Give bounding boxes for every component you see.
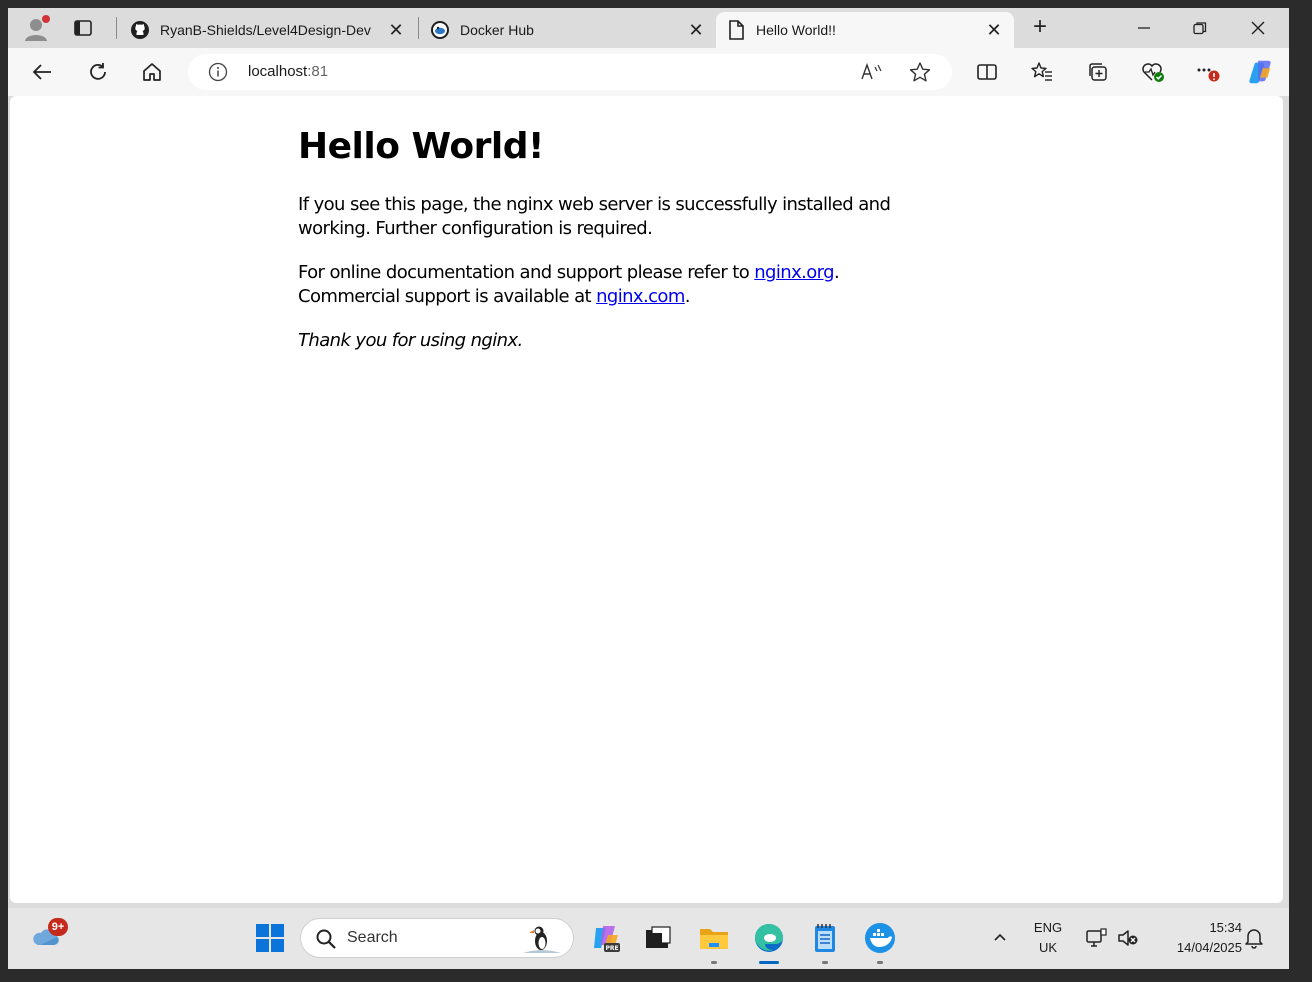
support-text: For online documentation and support ple… <box>298 262 755 283</box>
clock[interactable]: 15:34 14/04/2025 <box>1152 918 1242 958</box>
profile-avatar-icon[interactable] <box>22 14 52 42</box>
terminal-icon[interactable] <box>642 922 674 954</box>
taskbar: 9+ Search PRE ENG UK 15:34 14/04/2025 <box>8 908 1289 969</box>
favorites-icon[interactable] <box>1028 58 1056 86</box>
browser-window: RyanB-Shields/Level4Design-Dev ✕ Docker … <box>8 8 1289 969</box>
nginx-welcome-page: Hello World! If you see this page, the n… <box>298 126 938 373</box>
taskbar-search[interactable]: Search <box>300 918 574 958</box>
browser-essentials-icon[interactable] <box>1139 58 1167 86</box>
tab-separator <box>116 17 117 39</box>
split-screen-icon[interactable] <box>973 58 1001 86</box>
input-language-indicator[interactable]: ENG UK <box>1028 918 1068 958</box>
site-info-icon[interactable] <box>208 62 228 82</box>
tab-separator <box>418 17 419 39</box>
notepad-icon[interactable] <box>809 922 841 964</box>
tab-github[interactable]: RyanB-Shields/Level4Design-Dev ✕ <box>120 12 416 48</box>
thanks-paragraph: Thank you for using nginx. <box>298 329 938 353</box>
tab-title: Hello World!! <box>756 22 836 38</box>
collections-icon[interactable] <box>1084 58 1112 86</box>
tab-actions-icon[interactable] <box>72 18 94 38</box>
tab-hello-world[interactable]: Hello World!! ✕ <box>716 12 1014 48</box>
volume-muted-icon[interactable] <box>1112 922 1144 954</box>
new-tab-button[interactable]: + <box>1028 15 1052 40</box>
running-indicator <box>711 961 717 964</box>
running-indicator <box>822 961 828 964</box>
file-explorer-icon[interactable] <box>698 922 730 964</box>
read-aloud-icon[interactable] <box>860 62 882 82</box>
search-label: Search <box>347 929 398 946</box>
url-host: localhost <box>248 63 308 80</box>
support-text: . <box>684 286 691 307</box>
home-icon[interactable] <box>138 58 166 86</box>
web-content: Hello World! If you see this page, the n… <box>10 96 1283 903</box>
copilot-icon[interactable] <box>1246 58 1274 86</box>
puffin-search-highlight-icon <box>519 921 563 960</box>
url-port: :81 <box>307 63 329 80</box>
page-icon <box>726 20 746 40</box>
search-icon <box>315 928 337 955</box>
address-bar[interactable]: localhost:81 <box>188 54 952 90</box>
active-indicator <box>759 961 779 964</box>
start-icon[interactable] <box>254 922 286 954</box>
back-icon[interactable] <box>28 58 56 86</box>
tab-title: RyanB-Shields/Level4Design-Dev <box>160 22 371 38</box>
copilot-preview-icon[interactable]: PRE <box>590 922 622 954</box>
svg-text:PRE: PRE <box>605 945 618 952</box>
region-code: UK <box>1038 940 1058 955</box>
support-paragraph: For online documentation and support ple… <box>298 261 938 309</box>
nginx-com-link[interactable]: nginx.com <box>596 286 685 307</box>
close-tab-icon[interactable]: ✕ <box>386 20 406 40</box>
tab-title: Docker Hub <box>460 22 534 38</box>
edge-icon[interactable] <box>753 922 785 964</box>
url-text: localhost:81 <box>248 63 328 80</box>
tab-docker-hub[interactable]: Docker Hub ✕ <box>420 12 716 48</box>
close-tab-icon[interactable]: ✕ <box>686 20 706 40</box>
network-icon[interactable] <box>1080 922 1112 954</box>
language-code: ENG <box>1033 920 1063 935</box>
minimize-icon[interactable] <box>1124 14 1164 42</box>
thanks-text: Thank you for using nginx. <box>298 330 523 351</box>
clock-date: 14/04/2025 <box>1176 940 1242 955</box>
notifications-bell-icon[interactable] <box>1238 922 1270 954</box>
running-indicator <box>877 961 883 964</box>
notification-badge: 9+ <box>48 918 68 936</box>
clock-time: 15:34 <box>1209 920 1242 935</box>
close-tab-icon[interactable]: ✕ <box>984 20 1004 40</box>
more-options-icon[interactable] <box>1194 58 1222 86</box>
show-hidden-icons-chevron-up-icon[interactable] <box>984 922 1016 954</box>
docker-desktop-icon[interactable] <box>864 922 896 964</box>
favorite-star-icon[interactable] <box>908 61 932 83</box>
browser-toolbar: localhost:81 <box>8 48 1289 96</box>
tab-strip: RyanB-Shields/Level4Design-Dev ✕ Docker … <box>8 8 1289 48</box>
close-window-icon[interactable] <box>1238 14 1278 42</box>
docker-hub-icon <box>430 20 450 40</box>
restore-icon[interactable] <box>1180 14 1220 42</box>
refresh-icon[interactable] <box>84 58 112 86</box>
github-icon <box>130 20 150 40</box>
nginx-org-link[interactable]: nginx.org <box>754 262 834 283</box>
page-heading: Hello World! <box>298 126 544 167</box>
install-message: If you see this page, the nginx web serv… <box>298 194 891 239</box>
